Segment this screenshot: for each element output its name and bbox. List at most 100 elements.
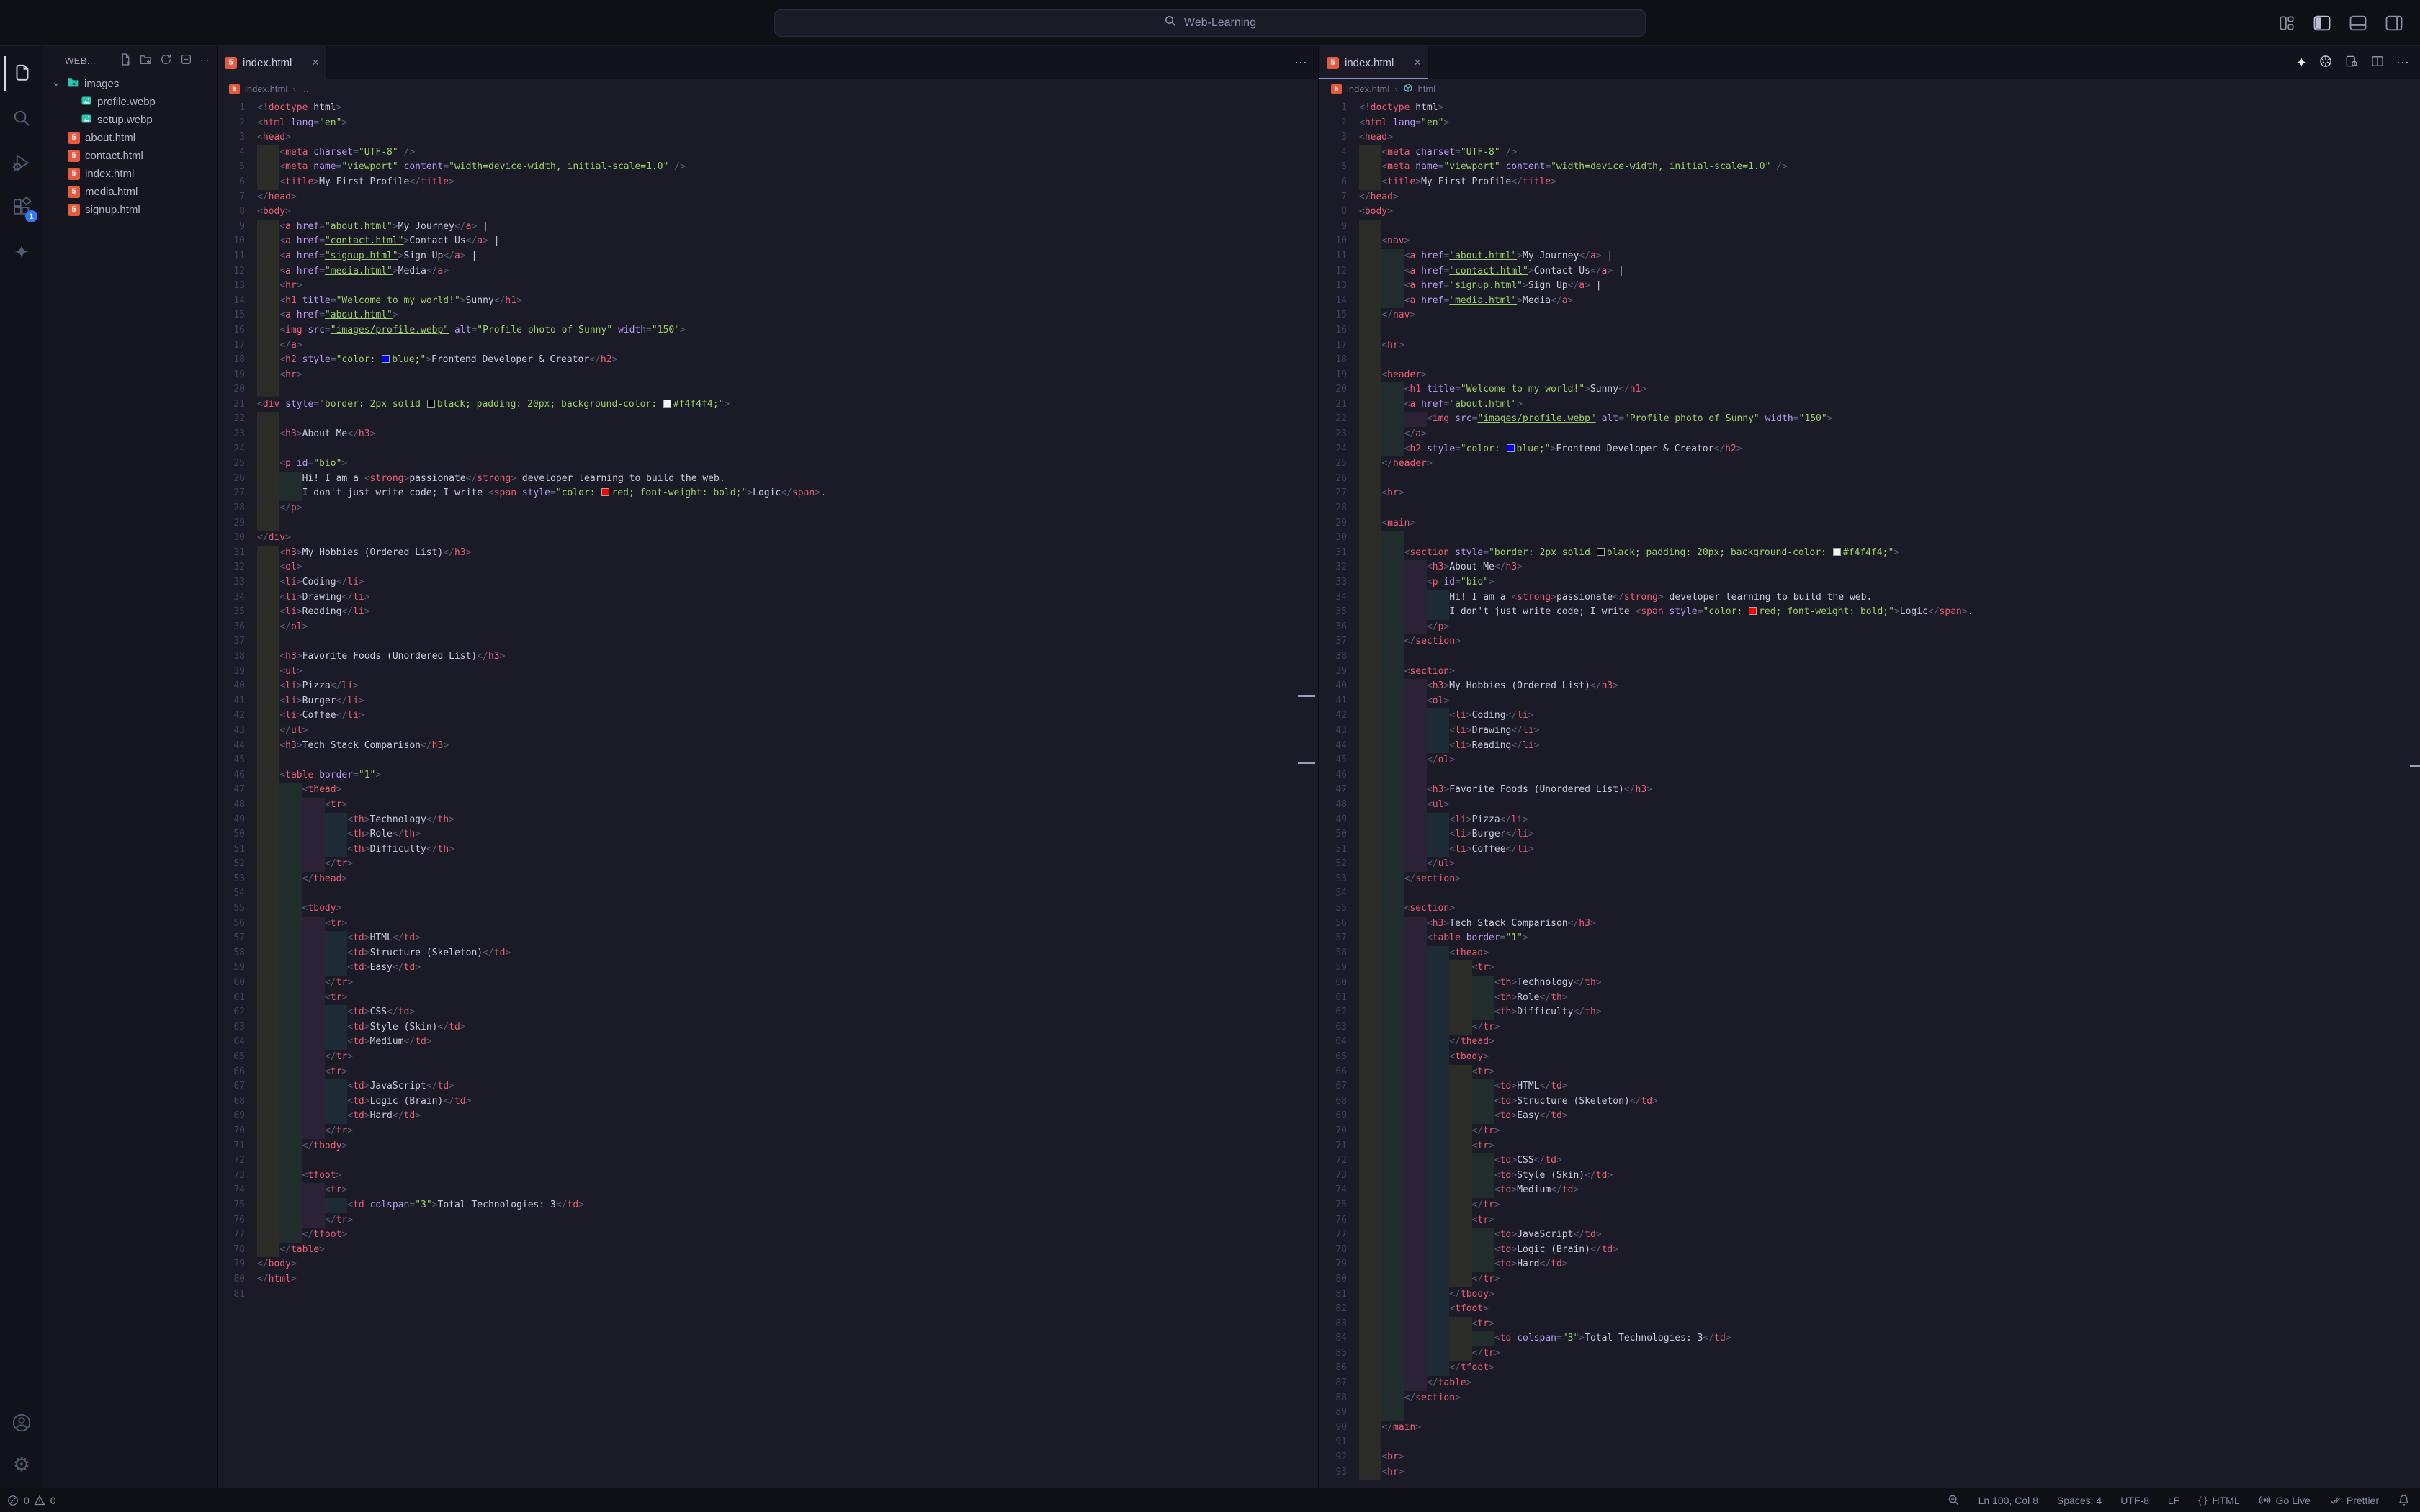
line-number: 49 <box>218 813 245 828</box>
breadcrumb-symbol[interactable]: html <box>1418 84 1436 94</box>
breadcrumb-file[interactable]: index.html <box>1347 84 1389 94</box>
encoding-setting[interactable]: UTF-8 <box>2120 1495 2149 1506</box>
breadcrumb[interactable]: 5index.html›... <box>218 79 1318 99</box>
indentation-setting[interactable]: Spaces: 4 <box>2057 1495 2102 1506</box>
close-tab-icon[interactable]: × <box>312 55 319 70</box>
more-actions-icon[interactable]: ⋯ <box>200 55 210 66</box>
code-line: 30 <box>1319 531 2420 546</box>
code-line: 60 <th>Technology</th> <box>1319 976 2420 991</box>
line-number: 34 <box>218 590 245 606</box>
close-tab-icon[interactable]: × <box>1414 55 1421 70</box>
tree-item-signup-html[interactable]: 5signup.html <box>43 201 217 219</box>
prettier-button[interactable]: Prettier <box>2329 1494 2379 1506</box>
line-number: 52 <box>218 857 245 872</box>
code-line: 67 <td>HTML</td> <box>1319 1079 2420 1094</box>
toggle-panel-icon[interactable] <box>2348 13 2368 33</box>
code-line: 33 <li>Coding</li> <box>218 575 1318 590</box>
explorer-title: WEB... <box>65 55 96 66</box>
symbol-icon <box>1403 83 1413 95</box>
search-editor-icon[interactable] <box>2344 54 2359 72</box>
tree-item-label: setup.webp <box>97 114 153 126</box>
tree-item-contact-html[interactable]: 5contact.html <box>43 147 217 165</box>
toggle-secondary-sidebar-icon[interactable] <box>2384 13 2404 33</box>
errors-indicator[interactable]: 0 <box>7 1495 30 1506</box>
breadcrumb-file[interactable]: index.html <box>245 84 287 94</box>
line-number: 29 <box>1319 516 1347 531</box>
line-number: 33 <box>1319 575 1347 590</box>
line-number: 15 <box>218 308 245 323</box>
line-number: 21 <box>218 397 245 413</box>
activity-bar: 1 ✦ ⚙ <box>0 46 43 1488</box>
code-line: 69 <td>Hard</td> <box>218 1109 1318 1124</box>
code-editor[interactable]: 1<!doctype html>2<html lang="en">3<head>… <box>218 99 1318 1488</box>
tree-item-media-html[interactable]: 5media.html <box>43 183 217 201</box>
code-line: 74 <td>Medium</td> <box>1319 1183 2420 1198</box>
file-tree: imagesprofile.webpsetup.webp5about.html5… <box>43 75 217 219</box>
code-line: 9 <a href="about.html">My Journey</a> | <box>218 220 1318 235</box>
customize-layout-icon[interactable] <box>2277 14 2296 32</box>
line-number: 84 <box>1319 1331 1347 1346</box>
code-line: 11 <a href="signup.html">Sign Up</a> | <box>218 249 1318 264</box>
code-line: 50 <th>Role</th> <box>218 827 1318 842</box>
explorer-icon[interactable] <box>4 56 39 91</box>
line-number: 36 <box>218 620 245 635</box>
new-file-icon[interactable] <box>120 53 132 68</box>
line-number: 65 <box>1319 1050 1347 1065</box>
tree-item-about-html[interactable]: 5about.html <box>43 129 217 147</box>
code-line: 34 <li>Drawing</li> <box>218 590 1318 606</box>
tree-item-index-html[interactable]: 5index.html <box>43 165 217 183</box>
more-icon[interactable]: ⋯ <box>1294 55 1308 71</box>
warnings-indicator[interactable]: 0 <box>34 1495 56 1506</box>
code-line: 1<!doctype html> <box>218 101 1318 116</box>
code-line: 57 <td>HTML</td> <box>218 931 1318 946</box>
code-line: 75 </tr> <box>1319 1198 2420 1213</box>
line-number: 50 <box>218 827 245 842</box>
code-editor[interactable]: 1<!doctype html>2<html lang="en">3<head>… <box>1319 99 2420 1488</box>
toggle-primary-sidebar-icon[interactable] <box>2312 13 2332 33</box>
refresh-icon[interactable] <box>160 53 172 68</box>
chat-sparkle-icon[interactable]: ✦ <box>4 235 39 269</box>
code-line: 62 <td>CSS</td> <box>218 1005 1318 1020</box>
line-number: 61 <box>1319 991 1347 1006</box>
tree-item-label: contact.html <box>85 150 143 162</box>
command-center-search[interactable]: Web-Learning <box>774 9 1646 37</box>
code-line: 40 <h3>My Hobbies (Ordered List)</h3> <box>1319 679 2420 694</box>
tab-index-html[interactable]: 5index.html× <box>1319 46 1429 79</box>
line-number: 10 <box>218 234 245 249</box>
extensions-icon[interactable]: 1 <box>4 190 39 225</box>
notifications-bell-icon[interactable] <box>2398 1494 2410 1506</box>
eol-setting[interactable]: LF <box>2168 1495 2179 1506</box>
split-editor-icon[interactable] <box>2370 54 2385 72</box>
title-bar: Web-Learning <box>0 0 2420 46</box>
tree-item-label: index.html <box>85 168 134 180</box>
line-number: 60 <box>1319 976 1347 991</box>
search-sidebar-icon[interactable] <box>4 101 39 135</box>
line-number: 9 <box>218 220 245 235</box>
language-mode[interactable]: { } HTML <box>2198 1495 2239 1506</box>
collapse-folders-icon[interactable] <box>180 53 192 68</box>
tree-item-setup-webp[interactable]: setup.webp <box>43 111 217 129</box>
breadcrumb-symbol[interactable]: ... <box>301 84 309 94</box>
tab-index-html[interactable]: 5index.html× <box>218 46 327 79</box>
new-folder-icon[interactable] <box>140 53 152 68</box>
settings-gear-icon[interactable]: ⚙ <box>4 1447 39 1482</box>
line-number: 3 <box>1319 130 1347 145</box>
breadcrumb[interactable]: 5index.html›html <box>1319 79 2420 99</box>
zoom-indicator-icon[interactable] <box>1948 1494 1960 1506</box>
code-line: 76 </tr> <box>218 1213 1318 1228</box>
more-icon[interactable]: ⋯ <box>2396 55 2410 71</box>
cursor-position[interactable]: Ln 100, Col 8 <box>1978 1495 2038 1506</box>
code-line: 81 </tbody> <box>1319 1287 2420 1302</box>
line-number: 31 <box>1319 546 1347 561</box>
run-debug-icon[interactable] <box>4 145 39 180</box>
tree-item-profile-webp[interactable]: profile.webp <box>43 93 217 111</box>
code-line: 38 <box>1319 649 2420 665</box>
sparkle-icon[interactable]: ✦ <box>2296 55 2307 71</box>
line-number: 28 <box>1319 501 1347 516</box>
code-line: 42 <li>Coffee</li> <box>218 708 1318 724</box>
tree-item-images[interactable]: images <box>43 75 217 93</box>
go-live-button[interactable]: Go Live <box>2259 1494 2311 1506</box>
line-number: 88 <box>1319 1391 1347 1406</box>
gpt-icon[interactable] <box>2318 54 2333 72</box>
account-icon[interactable] <box>4 1405 39 1440</box>
